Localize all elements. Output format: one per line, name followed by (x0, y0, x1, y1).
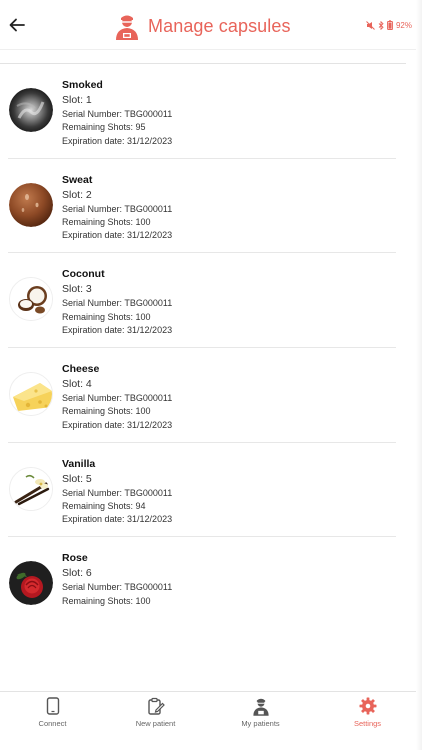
nav-label: Settings (353, 719, 382, 728)
capsule-shots: Remaining Shots: 100 (62, 216, 151, 227)
capsule-name: Cheese (62, 363, 100, 376)
nav-new-patient[interactable]: New patient (103, 692, 208, 750)
page-title: Manage capsules (148, 15, 291, 36)
rose-image (9, 561, 53, 606)
capsule-list: Smoked Slot: 1 Serial Number: TBG000011 … (0, 64, 406, 632)
capsule-expiry: Expiration date: 31/12/2023 (62, 230, 173, 241)
app-header: Manage capsules 92% (0, 0, 422, 50)
app-screen: Manage capsules 92% Smoked Slot: 1 Seria… (0, 0, 422, 750)
capsule-info: Cheese Slot: 4 Serial Number: TBG000011 … (62, 362, 172, 432)
nav-label: New patient (135, 719, 176, 728)
capsule-name: Sweat (62, 173, 93, 186)
capsule-name: Smoked (62, 79, 103, 91)
capsule-shots: Remaining Shots: 100 (62, 311, 151, 322)
capsule-shots: Remaining Shots: 100 (62, 595, 151, 606)
capsule-info: Rose Slot: 6 Serial Number: TBG000011 Re… (62, 551, 172, 608)
capsule-serial: Serial Number: TBG000011 (62, 393, 173, 404)
smoke-image (9, 88, 53, 132)
battery-level: 92% (395, 20, 412, 30)
capsule-item-rose[interactable]: Rose Slot: 6 Serial Number: TBG000011 Re… (8, 537, 396, 632)
arrow-left-icon (9, 18, 25, 32)
capsule-shots: Remaining Shots: 100 (62, 406, 151, 417)
bottom-nav: Connect New patient My patients Settings (0, 691, 422, 750)
capsule-info: Smoked Slot: 1 Serial Number: TBG000011 … (62, 78, 172, 148)
right-edge-shadow (416, 0, 422, 750)
status-bar: 92% (366, 19, 412, 31)
capsule-serial: Serial Number: TBG000011 (62, 298, 173, 309)
capsule-item-sweat[interactable]: Sweat Slot: 2 Serial Number: TBG000011 R… (8, 159, 396, 254)
capsule-item-smoked[interactable]: Smoked Slot: 1 Serial Number: TBG000011 … (8, 64, 396, 159)
capsule-slot: Slot: 1 (62, 94, 92, 106)
doctor-icon (251, 696, 271, 716)
doctor-icon (116, 15, 138, 40)
title-group: Manage capsules (114, 10, 291, 42)
capsule-serial: Serial Number: TBG000011 (62, 203, 173, 214)
capsule-expiry: Expiration date: 31/12/2023 (62, 514, 173, 525)
capsule-slot: Slot: 3 (62, 283, 92, 296)
capsule-slot: Slot: 5 (62, 472, 92, 485)
gear-icon (358, 696, 378, 716)
capsule-expiry: Expiration date: 31/12/2023 (62, 419, 173, 430)
mute-icon (366, 20, 375, 30)
capsule-info: Coconut Slot: 3 Serial Number: TBG000011… (62, 267, 172, 337)
capsule-slot: Slot: 2 (62, 188, 92, 201)
cheese-image (9, 372, 53, 417)
capsule-item-cheese[interactable]: Cheese Slot: 4 Serial Number: TBG000011 … (8, 348, 396, 443)
capsule-expiry: Expiration date: 31/12/2023 (62, 324, 173, 335)
capsule-serial: Serial Number: TBG000011 (62, 109, 173, 119)
capsule-name: Coconut (62, 268, 105, 281)
capsule-serial: Serial Number: TBG000011 (62, 582, 173, 593)
capsule-name: Vanilla (62, 457, 96, 470)
capsule-serial: Serial Number: TBG000011 (62, 487, 173, 498)
header-divider (0, 49, 422, 50)
back-button[interactable] (4, 12, 30, 38)
nav-label: My patients (241, 719, 280, 728)
battery-icon (387, 20, 393, 30)
phone-icon (43, 696, 63, 716)
capsule-shots: Remaining Shots: 94 (62, 501, 146, 512)
capsule-info: Vanilla Slot: 5 Serial Number: TBG000011… (62, 457, 172, 527)
capsule-slot: Slot: 4 (62, 378, 92, 391)
bluetooth-icon (378, 20, 384, 30)
vanilla-image (9, 466, 53, 511)
capsule-info: Sweat Slot: 2 Serial Number: TBG000011 R… (62, 173, 172, 243)
sweat-image (9, 182, 53, 227)
nav-label: Connect (38, 719, 67, 728)
coconut-image (9, 277, 53, 322)
nav-my-patients[interactable]: My patients (208, 692, 313, 750)
capsule-slot: Slot: 6 (62, 567, 92, 580)
capsule-item-coconut[interactable]: Coconut Slot: 3 Serial Number: TBG000011… (8, 253, 396, 349)
capsule-item-vanilla[interactable]: Vanilla Slot: 5 Serial Number: TBG000011… (8, 443, 396, 538)
capsule-shots: Remaining Shots: 95 (62, 122, 146, 133)
nav-settings[interactable]: Settings (315, 692, 420, 750)
capsule-expiry: Expiration date: 31/12/2023 (62, 135, 173, 146)
nav-connect[interactable]: Connect (0, 692, 105, 750)
capsule-name: Rose (62, 552, 88, 565)
clipboard-edit-icon (146, 696, 166, 716)
